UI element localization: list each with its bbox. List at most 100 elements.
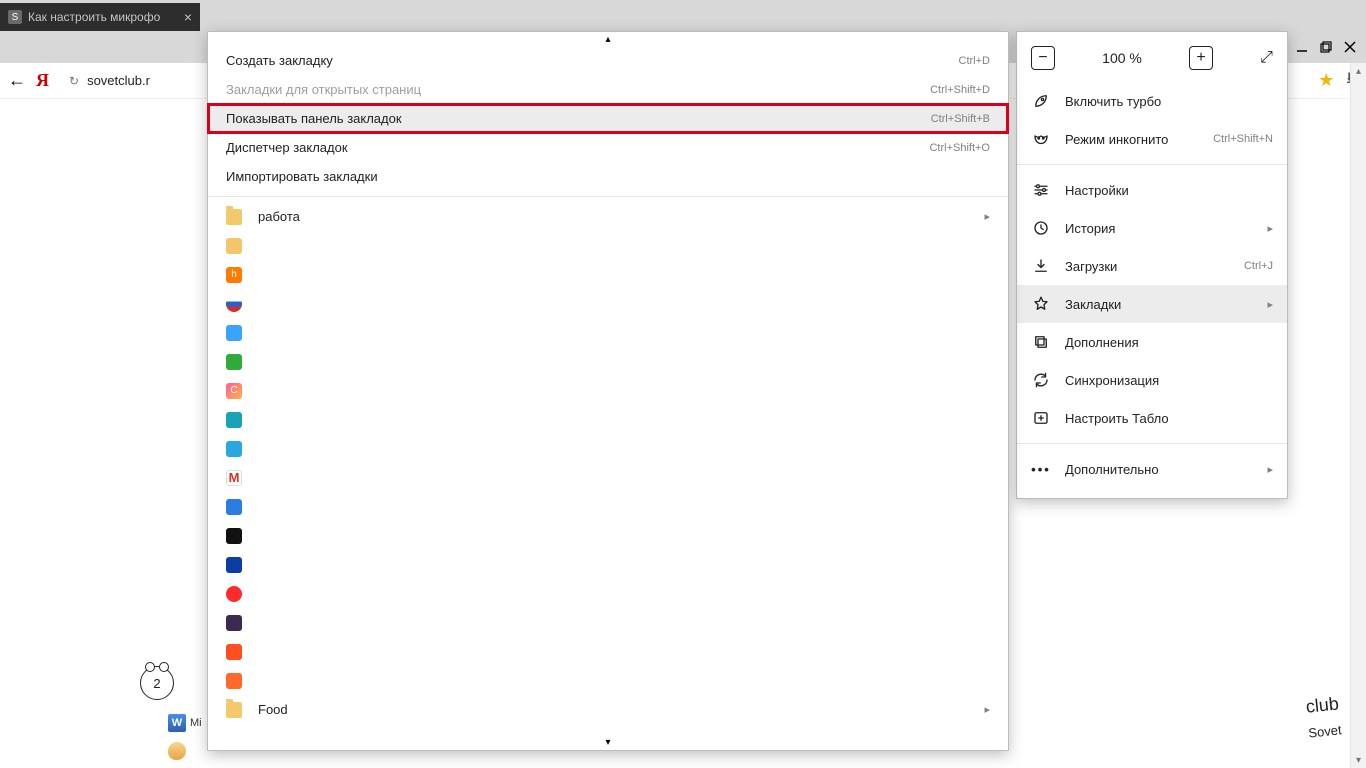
bookmark-favicon: M [226,470,242,486]
menu-item-label: Синхронизация [1065,373,1273,388]
menu-shortcut: Ctrl+J [1244,260,1273,272]
close-window-icon[interactable] [1340,37,1360,57]
bookmark-item[interactable]: M [208,463,1008,492]
reload-icon[interactable]: ↻ [69,74,79,88]
puzzle-icon [1031,333,1051,351]
chevron-right-icon: ▸ [984,210,990,223]
bookmark-folder[interactable]: работа ▸ [208,202,1008,231]
scroll-down-icon[interactable]: ▾ [1351,752,1366,768]
bookmark-favicon [226,325,242,341]
bookmark-item[interactable]: h [208,260,1008,289]
submenu-scroll-down-icon[interactable]: ▾ [605,737,610,748]
bookmark-favicon [226,238,242,254]
menu-item-download[interactable]: Загрузки Ctrl+J [1017,247,1287,285]
taskbar-word[interactable]: W Mi [168,712,202,734]
star-icon [1031,295,1051,313]
bookmark-favicon [226,354,242,370]
bookmark-favicon [226,499,242,515]
menu-separator [1017,164,1287,165]
bookmark-favicon [226,644,242,660]
folder-icon [226,209,242,225]
rocket-icon [1031,92,1051,110]
watermark-line2: Sovet [1307,723,1342,741]
chevron-right-icon: ▸ [1267,222,1273,235]
menu-item-addtab[interactable]: Настроить Табло [1017,399,1287,437]
fullscreen-icon[interactable]: ⤢ [1260,49,1273,67]
taskbar-paint[interactable] [168,740,202,762]
bookmark-folder[interactable]: Food ▸ [208,695,1008,724]
menu-item-label: История [1065,221,1253,236]
bookmark-favicon [226,296,242,312]
sync-icon [1031,371,1051,389]
bookmark-item[interactable] [208,608,1008,637]
bookmark-item[interactable] [208,666,1008,695]
bookmark-item[interactable] [208,637,1008,666]
bookmark-item[interactable] [208,289,1008,318]
minimize-icon[interactable] [1292,37,1312,57]
bookmark-item[interactable] [208,347,1008,376]
command-label: Показывать панель закладок [226,111,915,126]
watermark-line1: club [1305,697,1340,715]
folder-label: Food [258,702,968,717]
step-number: 2 [153,676,160,691]
folder-icon [226,702,242,718]
sliders-icon [1031,181,1051,199]
addtab-icon [1031,409,1051,427]
chevron-right-icon: ▸ [984,703,990,716]
menu-item-sync[interactable]: Синхронизация [1017,361,1287,399]
menu-item-label: Включить турбо [1065,94,1273,109]
menu-item-puzzle[interactable]: Дополнения [1017,323,1287,361]
command-shortcut: Ctrl+Shift+B [931,113,990,125]
bookmark-item[interactable] [208,492,1008,521]
menu-item-star[interactable]: Закладки▸ [1017,285,1287,323]
chevron-right-icon: ▸ [1267,298,1273,311]
menu-item-label: Дополнительно [1065,462,1253,477]
bookmarks-command[interactable]: Диспетчер закладокCtrl+Shift+O [208,133,1008,162]
bookmarks-command: Закладки для открытых страницCtrl+Shift+… [208,75,1008,104]
bookmark-item[interactable] [208,318,1008,347]
menu-item-clock[interactable]: История ▸ [1017,209,1287,247]
command-label: Закладки для открытых страниц [226,82,914,97]
menu-item-sliders[interactable]: Настройки [1017,171,1287,209]
bookmarks-command[interactable]: Импортировать закладки [208,162,1008,191]
menu-item-dots[interactable]: •••Дополнительно▸ [1017,450,1287,488]
mask-icon [1031,130,1051,148]
bookmark-favicon [226,586,242,602]
scroll-up-icon[interactable]: ▴ [1351,63,1366,79]
main-menu: − 100 % + ⤢ Включить турбо Режим инкогнит… [1016,31,1288,499]
folder-label: работа [258,209,968,224]
menu-item-rocket[interactable]: Включить турбо [1017,82,1287,120]
bookmark-favicon [226,528,242,544]
command-label: Импортировать закладки [226,169,990,184]
clock-icon [1031,219,1051,237]
bookmarks-submenu: ▴ Создать закладкуCtrl+DЗакладки для отк… [207,31,1009,751]
chevron-right-icon: ▸ [1267,463,1273,476]
tab-close-icon[interactable]: × [184,9,192,25]
zoom-value: 100 % [1102,50,1142,66]
zoom-in-button[interactable]: + [1189,46,1213,70]
bookmark-favicon [226,673,242,689]
bookmark-item[interactable] [208,434,1008,463]
zoom-out-button[interactable]: − [1031,46,1055,70]
menu-item-label: Загрузки [1065,259,1230,274]
bookmark-item[interactable] [208,550,1008,579]
page-scrollbar[interactable]: ▴ ▾ [1350,63,1366,768]
back-button[interactable]: ← [8,70,26,91]
bookmark-item[interactable] [208,579,1008,608]
bookmark-favicon [226,412,242,428]
bookmark-item[interactable] [208,231,1008,260]
bookmark-item[interactable]: C [208,376,1008,405]
browser-tab[interactable]: S Как настроить микрофо × [0,3,200,31]
bookmarks-command[interactable]: Создать закладкуCtrl+D [208,46,1008,75]
restore-icon[interactable] [1316,37,1336,57]
menu-item-label: Настроить Табло [1065,411,1273,426]
bookmark-item[interactable] [208,521,1008,550]
menu-item-mask[interactable]: Режим инкогнитоCtrl+Shift+N [1017,120,1287,158]
annotation-step-badge: 2 [140,666,174,700]
bookmark-star-icon[interactable]: ★ [1318,70,1334,91]
bookmark-item[interactable] [208,405,1008,434]
yandex-logo[interactable]: Я [36,70,49,91]
command-shortcut: Ctrl+Shift+O [929,142,990,154]
bookmarks-command[interactable]: Показывать панель закладок Ctrl+Shift+B [208,104,1008,133]
submenu-scroll-up-icon[interactable]: ▴ [605,34,610,45]
